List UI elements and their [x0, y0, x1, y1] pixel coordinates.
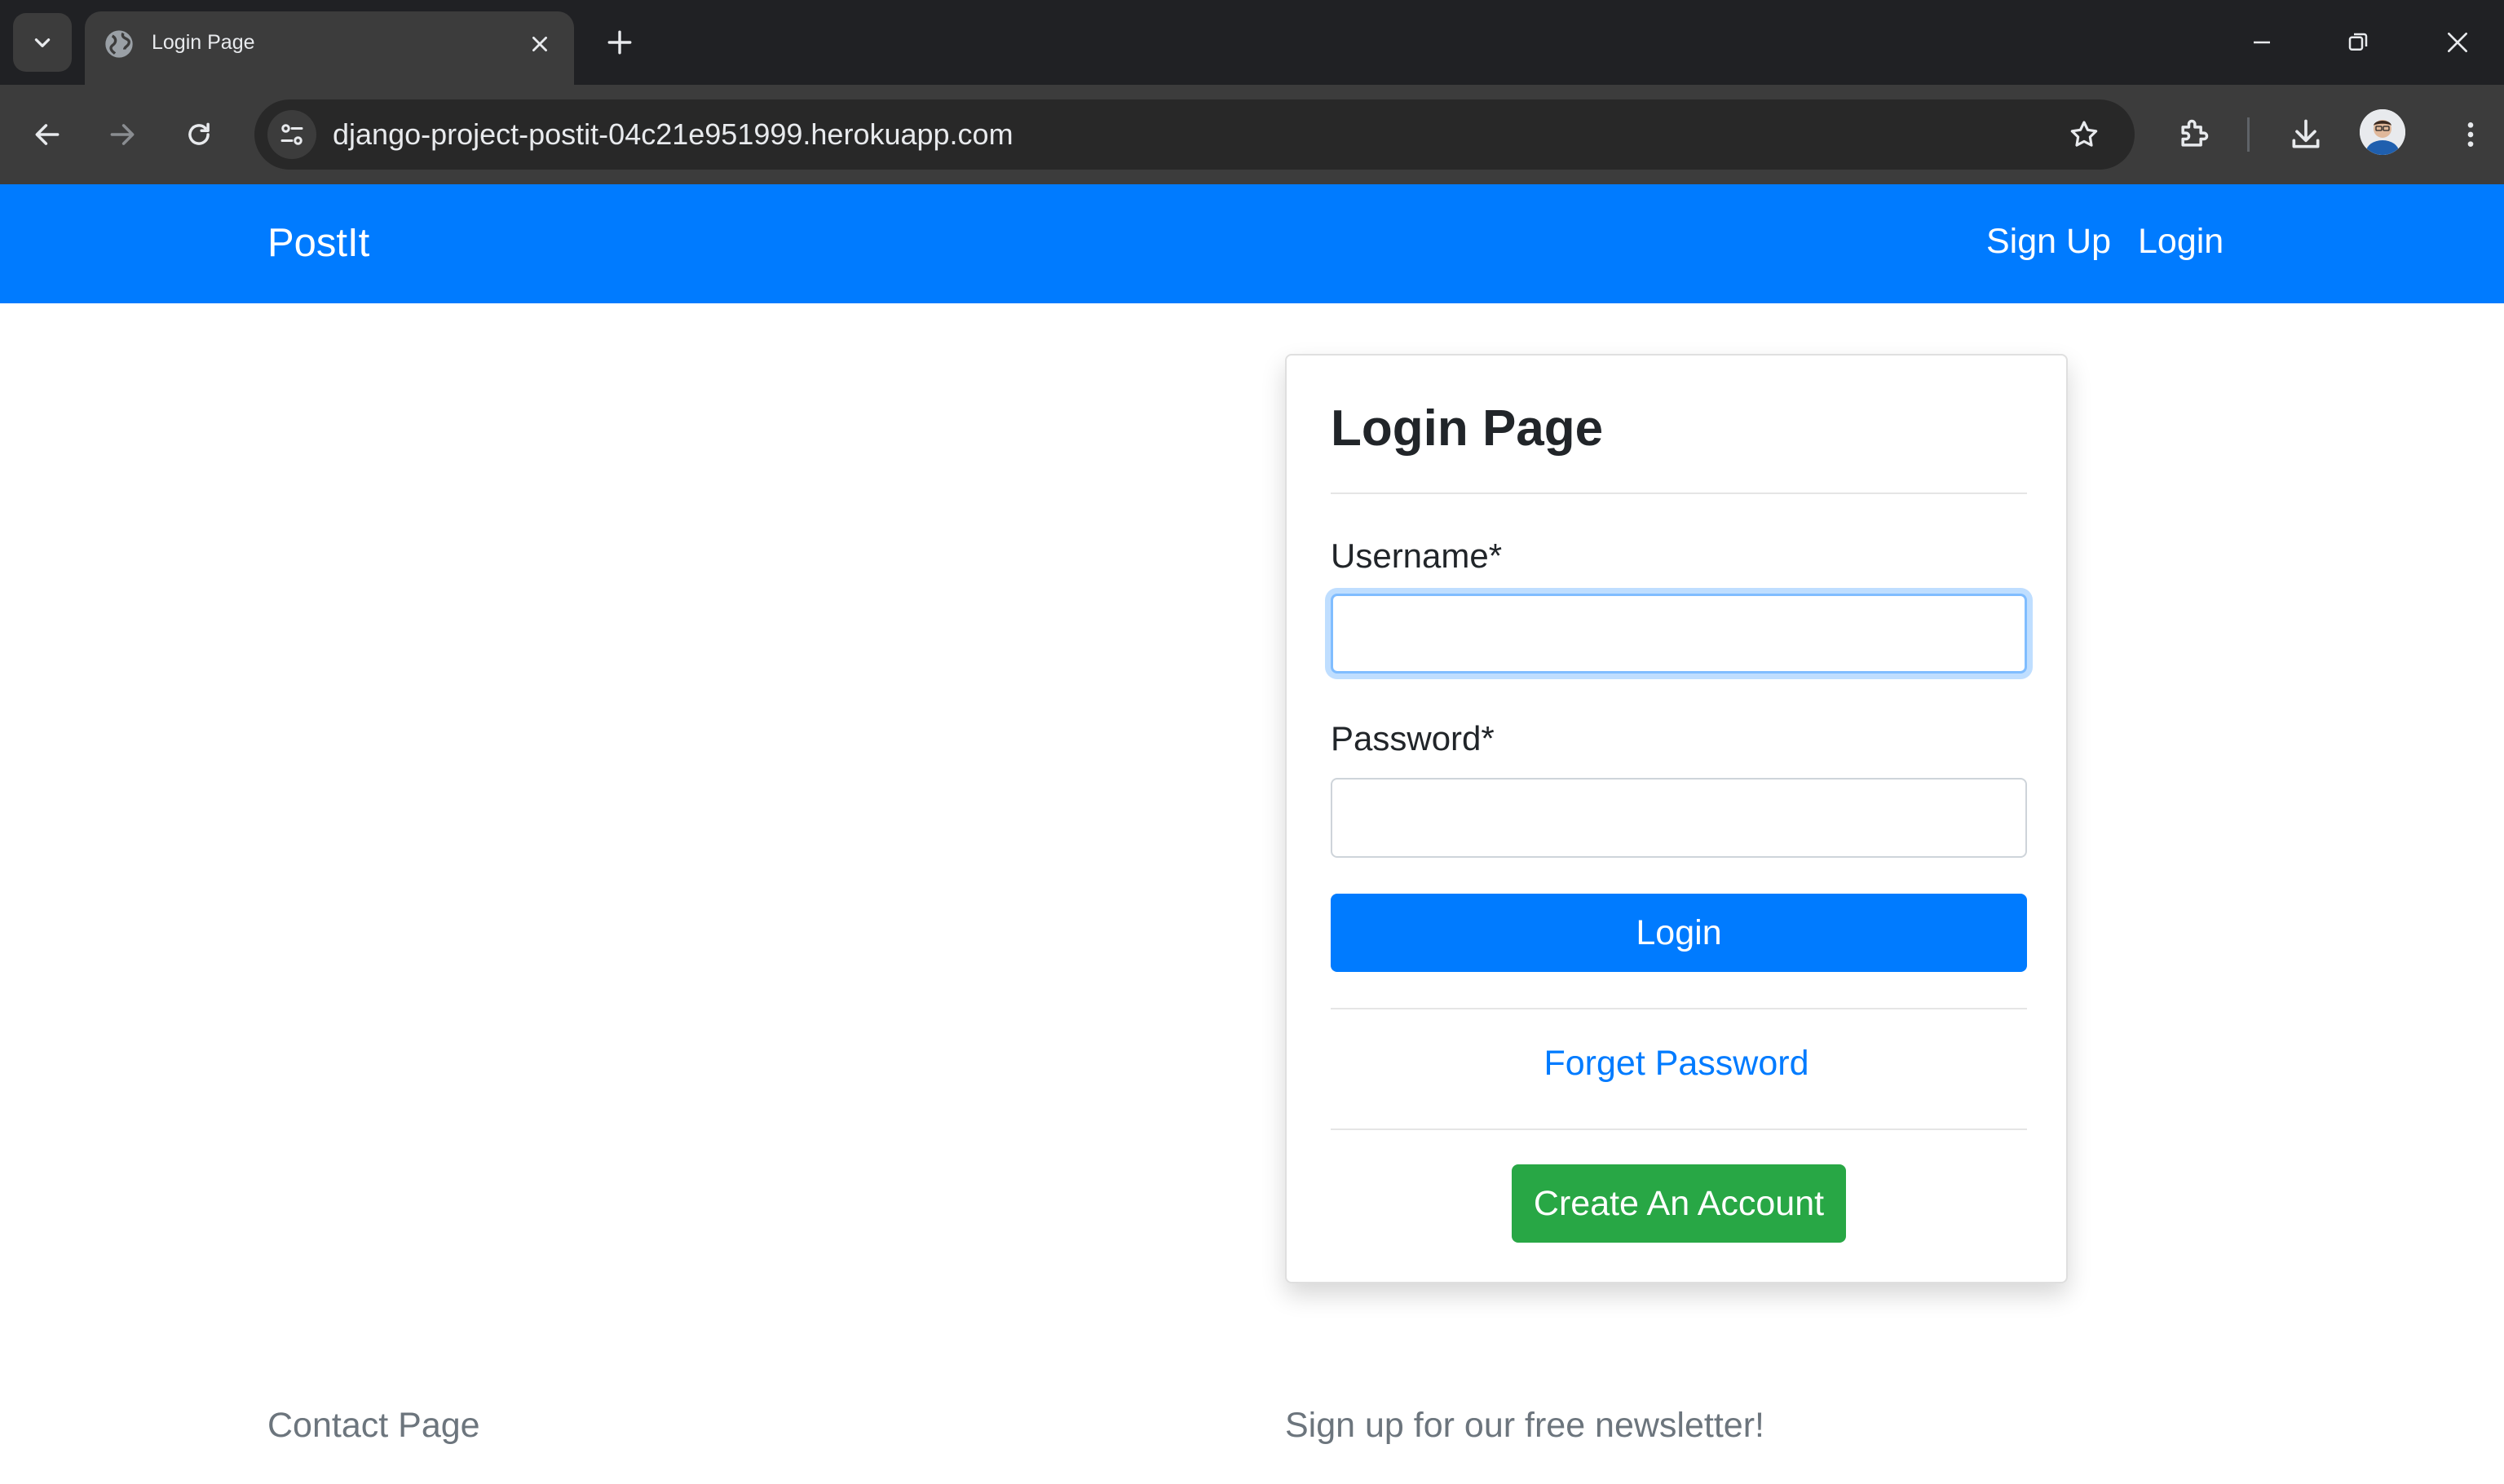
tab-title: Login Page	[152, 31, 255, 54]
forget-divider	[1331, 1128, 2027, 1130]
login-button[interactable]: Login	[1331, 894, 2027, 972]
close-window-button[interactable]	[2433, 18, 2482, 67]
profile-avatar[interactable]	[2360, 109, 2405, 155]
tab-close-button[interactable]	[525, 29, 554, 59]
new-tab-button[interactable]	[602, 24, 638, 60]
downloads-button[interactable]	[2281, 110, 2330, 159]
create-account-button[interactable]: Create An Account	[1512, 1164, 1846, 1243]
password-label: Password*	[1331, 719, 1495, 757]
address-bar[interactable]: django-project-postit-04c21e951999.herok…	[254, 99, 2135, 170]
chevron-down-icon	[34, 38, 51, 47]
username-input[interactable]	[1331, 594, 2027, 674]
close-icon	[2448, 33, 2467, 52]
minimize-icon	[2254, 41, 2270, 44]
reload-button[interactable]	[176, 112, 222, 157]
title-divider	[1331, 492, 2027, 494]
login-divider	[1331, 1008, 2027, 1009]
more-vertical-icon	[2467, 122, 2474, 147]
reload-icon	[188, 122, 210, 145]
download-icon	[2292, 119, 2320, 148]
site-navbar: PostIt Sign Up Login	[0, 184, 2504, 303]
restore-icon	[2348, 33, 2368, 51]
nav-signup-link[interactable]: Sign Up	[1986, 222, 2111, 262]
globe-icon	[105, 30, 133, 58]
back-button[interactable]	[24, 112, 70, 157]
browser-tabstrip: Login Page	[0, 0, 2504, 85]
toolbar-separator	[2247, 117, 2250, 152]
browser-tab-active[interactable]: Login Page	[85, 11, 574, 85]
avatar-icon	[2360, 109, 2405, 155]
nav-login-link[interactable]: Login	[2138, 222, 2224, 262]
username-label: Username*	[1331, 537, 1503, 575]
footer-newsletter-heading: Sign up for our free newsletter!	[1285, 1406, 1764, 1445]
restore-button[interactable]	[2334, 18, 2383, 67]
star-icon	[2070, 121, 2098, 147]
plus-icon	[607, 30, 632, 55]
login-title: Login Page	[1331, 400, 1604, 457]
url-text[interactable]: django-project-postit-04c21e951999.herok…	[333, 117, 1014, 152]
close-icon	[532, 37, 547, 51]
site-info-button[interactable]	[267, 110, 316, 159]
forward-button[interactable]	[99, 112, 145, 157]
brand-logo-link[interactable]: PostIt	[267, 220, 369, 266]
extensions-button[interactable]	[2169, 110, 2218, 159]
bookmark-button[interactable]	[2066, 117, 2102, 152]
arrow-left-icon	[35, 124, 60, 145]
password-input[interactable]	[1331, 778, 2027, 858]
footer-contact-link[interactable]: Contact Page	[267, 1406, 480, 1446]
forget-password-link[interactable]: Forget Password	[1287, 1044, 2066, 1084]
browser-toolbar: django-project-postit-04c21e951999.herok…	[0, 85, 2504, 184]
minimize-button[interactable]	[2237, 18, 2286, 67]
browser-menu-button[interactable]	[2446, 110, 2495, 159]
tune-icon	[280, 124, 303, 145]
login-card: Login Page Username* Password* Login For…	[1285, 354, 2068, 1283]
tab-search-button[interactable]	[13, 13, 72, 72]
puzzle-icon	[2181, 119, 2209, 147]
arrow-right-icon	[110, 124, 135, 145]
